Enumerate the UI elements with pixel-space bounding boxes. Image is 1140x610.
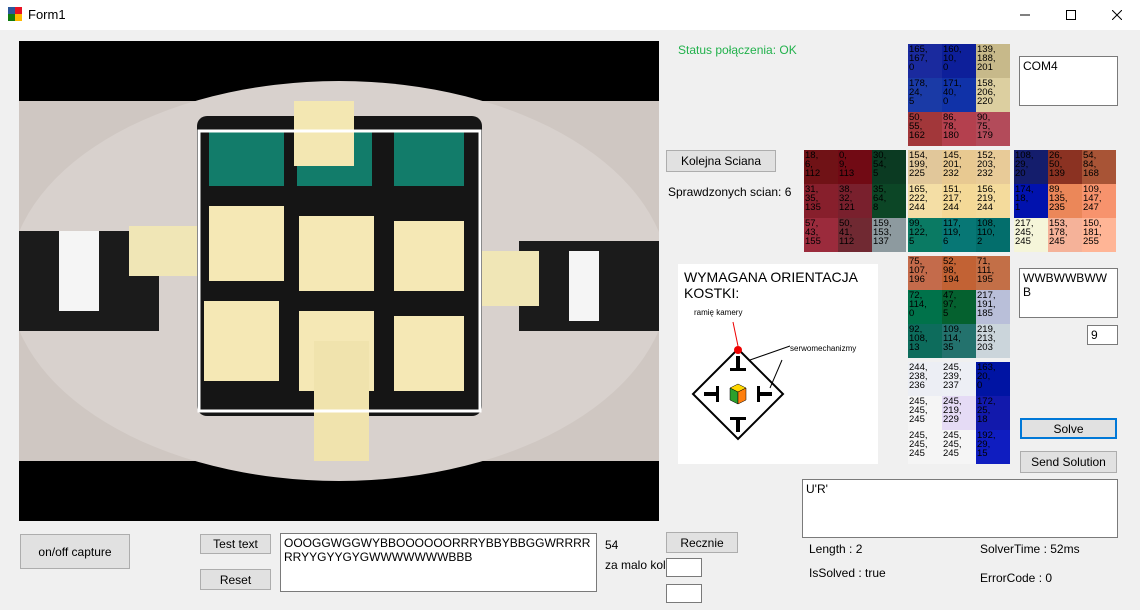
next-face-button[interactable]: Kolejna Sciana: [666, 150, 776, 172]
face-right-cell: 54, 84, 168: [1082, 150, 1116, 184]
face-down-cell: 47, 97, 5: [942, 290, 976, 324]
face-down-cell: 75, 107, 196: [908, 256, 942, 290]
too-few-colors-label: za malo kolorow: [605, 558, 665, 572]
face-left-cell: 57, 43, 155: [804, 218, 838, 252]
face-right-cell: 150, 181, 255: [1082, 218, 1116, 252]
face-up-cell: 139, 188, 201: [976, 44, 1010, 78]
face-front-cell: 117, 119, 6: [942, 218, 976, 252]
face-down-cell: 92, 108, 13: [908, 324, 942, 358]
solver-time-label: SolverTime : 52ms: [980, 542, 1080, 556]
count-label: 54: [605, 538, 619, 552]
face-up-cell: 86, 78, 180: [942, 112, 976, 146]
minimize-button[interactable]: [1002, 0, 1048, 30]
close-button[interactable]: [1094, 0, 1140, 30]
face-down-cell: 52, 98, 194: [942, 256, 976, 290]
camera-view: [9, 41, 669, 521]
face-down-cell: 217, 191, 185: [976, 290, 1010, 324]
face-colors-field[interactable]: WWBWWBWWB: [1019, 268, 1118, 318]
close-icon: [1112, 10, 1122, 20]
face-back-cell: 192, 29, 15: [976, 430, 1010, 464]
face-down-cell: 72, 114, 0: [908, 290, 942, 324]
face-up-cell: 165, 167, 0: [908, 44, 942, 78]
face-down-cell: 109, 114, 35: [942, 324, 976, 358]
face-back-cell: 163, 20, 0: [976, 362, 1010, 396]
maximize-icon: [1066, 10, 1076, 20]
orientation-panel: WYMAGANA ORIENTACJA KOSTKI: ramię kamery…: [678, 264, 878, 464]
face-up-grid: 165, 167, 0 160, 10, 0 139, 188, 201 178, 2…: [908, 44, 1010, 146]
reset-button[interactable]: Reset: [200, 569, 271, 590]
title-bar: [0, 0, 1140, 30]
face-left-cell: 0, 9, 113: [838, 150, 872, 184]
face-front-cell: 152, 203, 232: [976, 150, 1010, 184]
orientation-diagram: [691, 321, 791, 441]
face-front-grid: 154, 199, 225 145, 201, 232 152, 203, 232 1…: [908, 150, 1010, 252]
number-field[interactable]: 9: [1087, 325, 1118, 345]
face-back-cell: 245, 219, 229: [942, 396, 976, 430]
face-up-cell: 158, 206, 220: [976, 78, 1010, 112]
face-front-cell: 165, 222, 244: [908, 184, 942, 218]
solution-field[interactable]: U'R': [802, 479, 1118, 538]
face-back-cell: 172, 25, 18: [976, 396, 1010, 430]
solve-button[interactable]: Solve: [1020, 418, 1117, 439]
face-up-cell: 171, 40, 0: [942, 78, 976, 112]
window-title: Form1: [28, 7, 66, 22]
face-left-cell: 30, 54, 5: [872, 150, 906, 184]
face-back-cell: 245, 245, 245: [942, 430, 976, 464]
length-label: Length : 2: [809, 542, 863, 556]
face-back-cell: 245, 245, 245: [908, 430, 942, 464]
face-up-cell: 160, 10, 0: [942, 44, 976, 78]
face-left-grid: 18, 6, 112 0, 9, 113 30, 54, 5 31, 35, 135 3…: [804, 150, 906, 252]
face-back-cell: 245, 245, 245: [908, 396, 942, 430]
send-solution-button[interactable]: Send Solution: [1020, 451, 1117, 473]
face-front-cell: 151, 217, 244: [942, 184, 976, 218]
face-left-cell: 159, 153, 137: [872, 218, 906, 252]
manual-button[interactable]: Recznie: [666, 532, 738, 553]
connection-status: Status połączenia: OK: [678, 43, 797, 57]
minimize-icon: [1020, 14, 1030, 16]
com-port-field[interactable]: COM4: [1019, 56, 1118, 106]
face-front-cell: 156, 219, 244: [976, 184, 1010, 218]
face-front-cell: 145, 201, 232: [942, 150, 976, 184]
face-left-cell: 18, 6, 112: [804, 150, 838, 184]
small-input-1[interactable]: [666, 558, 702, 577]
face-back-cell: 244, 238, 236: [908, 362, 942, 396]
face-left-cell: 38, 32, 121: [838, 184, 872, 218]
face-right-cell: 153, 178, 245: [1048, 218, 1082, 252]
face-right-cell: 26, 50, 139: [1048, 150, 1082, 184]
onoff-capture-button[interactable]: on/off capture: [20, 534, 130, 569]
face-down-grid: 75, 107, 196 52, 98, 194 71, 111, 195 72, 1…: [908, 256, 1010, 358]
face-right-grid: 108, 29, 20 26, 50, 139 54, 84, 168 174, 18…: [1014, 150, 1116, 252]
camera-frame-image: [9, 81, 669, 481]
face-up-cell: 90, 75, 179: [976, 112, 1010, 146]
test-text-button[interactable]: Test text: [200, 534, 271, 554]
face-left-cell: 31, 35, 135: [804, 184, 838, 218]
face-right-cell: 108, 29, 20: [1014, 150, 1048, 184]
cube-string-field[interactable]: OOOGGWGGWYBBOOOOOORRRYBBYBBGGWRRRRRRYYGY…: [280, 533, 597, 592]
face-back-grid: 244, 238, 236 245, 239, 237 163, 20, 0 245,…: [908, 362, 1010, 464]
face-front-cell: 99, 122, 5: [908, 218, 942, 252]
face-right-cell: 174, 18, 1: [1014, 184, 1048, 218]
small-input-2[interactable]: [666, 584, 702, 603]
face-right-cell: 109, 147, 247: [1082, 184, 1116, 218]
face-back-cell: 245, 239, 237: [942, 362, 976, 396]
is-solved-label: IsSolved : true: [809, 566, 886, 580]
face-right-cell: 89, 135, 235: [1048, 184, 1082, 218]
face-left-cell: 35, 64, 8: [872, 184, 906, 218]
face-down-cell: 219, 213, 203: [976, 324, 1010, 358]
face-up-cell: 50, 55, 162: [908, 112, 942, 146]
face-left-cell: 50, 41, 112: [838, 218, 872, 252]
error-code-label: ErrorCode : 0: [980, 571, 1053, 585]
face-front-cell: 108, 110, 2: [976, 218, 1010, 252]
face-front-cell: 154, 199, 225: [908, 150, 942, 184]
checked-faces-label: Sprawdzonych scian: 6: [668, 185, 792, 199]
face-down-cell: 71, 111, 195: [976, 256, 1010, 290]
face-right-cell: 217, 245, 245: [1014, 218, 1048, 252]
maximize-button[interactable]: [1048, 0, 1094, 30]
face-up-cell: 178, 24, 5: [908, 78, 942, 112]
app-icon: [8, 7, 22, 21]
